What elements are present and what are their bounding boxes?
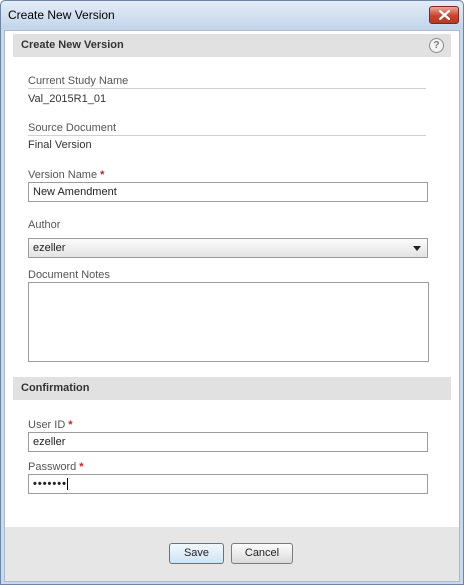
password-input[interactable]: ••••••• [28, 474, 428, 494]
required-marker: * [100, 169, 105, 181]
window-title: Create New Version [8, 8, 115, 22]
chevron-down-icon [413, 246, 421, 251]
current-study-label: Current Study Name [28, 75, 129, 87]
cancel-button[interactable]: Cancel [231, 543, 293, 564]
divider [28, 88, 426, 89]
document-notes-label: Document Notes [28, 269, 110, 281]
title-bar[interactable]: Create New Version [1, 1, 463, 29]
close-icon [439, 10, 450, 20]
version-name-label: Version Name * [28, 169, 104, 181]
dialog-body: Create New Version ? Current Study Name … [4, 30, 460, 582]
user-id-input[interactable]: ezeller [28, 432, 428, 452]
password-label-text: Password [28, 461, 77, 473]
source-document-value: Final Version [28, 139, 92, 151]
confirmation-section-header: Confirmation [13, 377, 451, 400]
author-label: Author [28, 219, 61, 231]
dialog-window: Create New Version Create New Version ? … [0, 0, 464, 585]
version-name-label-text: Version Name [28, 169, 98, 181]
password-label: Password * [28, 461, 84, 473]
document-notes-textarea[interactable] [28, 282, 429, 362]
close-button[interactable] [429, 6, 459, 24]
required-marker: * [79, 461, 84, 473]
version-name-input[interactable]: New Amendment [28, 182, 428, 202]
section-title: Create New Version [21, 39, 124, 51]
author-selected-value: ezeller [33, 242, 66, 254]
divider [28, 135, 426, 136]
source-document-label: Source Document [28, 122, 117, 134]
user-id-label: User ID * [28, 419, 73, 431]
help-icon[interactable]: ? [429, 38, 444, 53]
author-select[interactable]: ezeller [28, 238, 428, 258]
text-caret [66, 478, 68, 491]
dialog-footer: Save Cancel [5, 527, 459, 581]
save-button[interactable]: Save [169, 543, 224, 564]
password-mask: ••••••• [33, 478, 67, 490]
help-glyph: ? [433, 40, 440, 51]
section-title: Confirmation [21, 382, 90, 394]
current-study-value: Val_2015R1_01 [28, 93, 107, 105]
user-id-label-text: User ID [28, 419, 66, 431]
required-marker: * [68, 419, 73, 431]
create-version-section-header: Create New Version ? [13, 34, 451, 57]
